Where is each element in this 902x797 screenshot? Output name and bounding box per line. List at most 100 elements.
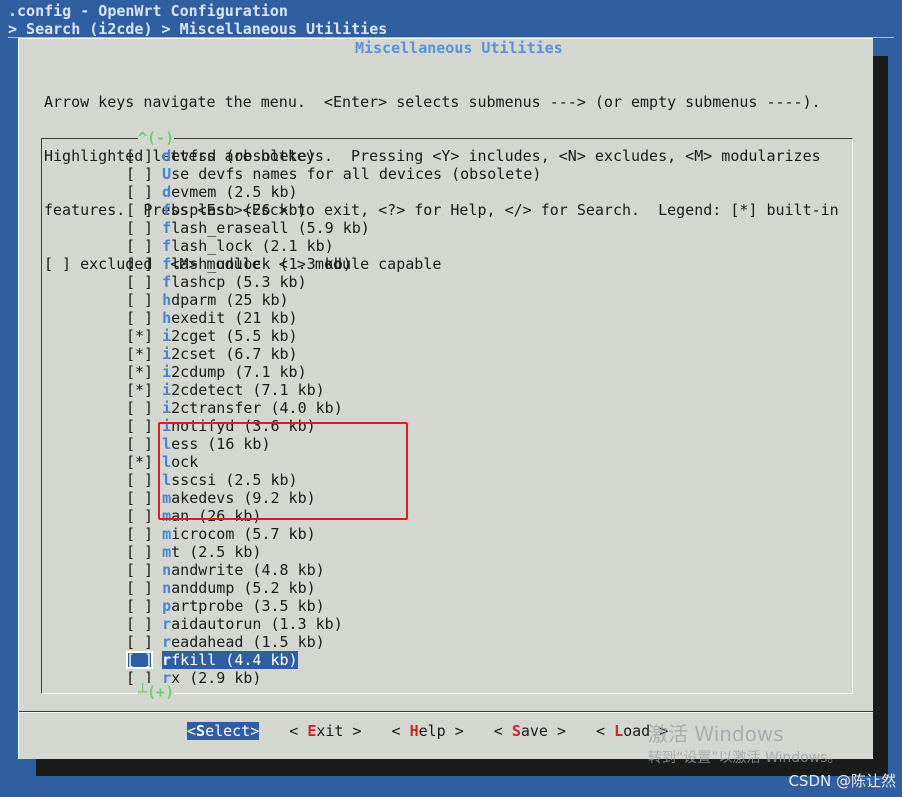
checkbox[interactable]: [ ] bbox=[126, 525, 153, 543]
menu-item-text: ock bbox=[171, 453, 199, 471]
help-line: Arrow keys navigate the menu. <Enter> se… bbox=[44, 93, 821, 111]
hotkey-letter: f bbox=[162, 273, 172, 291]
menu-dialog: Miscellaneous Utilities Arrow keys navig… bbox=[18, 38, 873, 759]
menu-item[interactable]: [ ] Use devfs names for all devices (obs… bbox=[126, 165, 541, 183]
menu-item[interactable]: [ ] readahead (1.5 kb) bbox=[126, 633, 541, 651]
menu-item[interactable]: [ ] less (16 kb) bbox=[126, 435, 541, 453]
menu-item[interactable]: [ ] lsscsi (2.5 kb) bbox=[126, 471, 541, 489]
button-bar: <Select> < Exit > < Help > < Save > < Load > bbox=[187, 722, 698, 740]
menu-item[interactable]: [ ] mt (2.5 kb) bbox=[126, 543, 541, 561]
menu-item-label: raidautorun (1.3 kb) bbox=[162, 615, 343, 633]
menu-item[interactable]: [ ] makedevs (9.2 kb) bbox=[126, 489, 541, 507]
menu-item[interactable]: [ ] man (26 kb) bbox=[126, 507, 541, 525]
menu-item[interactable]: [*] i2cdump (7.1 kb) bbox=[126, 363, 541, 381]
button-select[interactable]: <Select> bbox=[187, 722, 260, 740]
checkbox[interactable]: [*] bbox=[126, 453, 153, 471]
checkbox[interactable]: [ ] bbox=[126, 651, 154, 669]
checkbox[interactable]: [ ] bbox=[126, 471, 153, 489]
checkbox[interactable]: [ ] bbox=[126, 489, 153, 507]
menu-item-label: lock bbox=[162, 453, 198, 471]
menu-item[interactable]: [ ] raidautorun (1.3 kb) bbox=[126, 615, 541, 633]
menu-item[interactable]: [ ] devmem (2.5 kb) bbox=[126, 183, 541, 201]
checkbox[interactable]: [ ] bbox=[126, 417, 153, 435]
scroll-down-indicator[interactable]: ┴(+) bbox=[138, 683, 175, 701]
button-separator bbox=[19, 712, 873, 713]
menu-item[interactable]: [ ] flash_lock (2.1 kb) bbox=[126, 237, 541, 255]
checkbox[interactable]: [ ] bbox=[126, 237, 153, 255]
menu-item-label: i2ctransfer (4.0 kb) bbox=[162, 399, 343, 417]
menu-item[interactable]: [*] i2cdetect (7.1 kb) bbox=[126, 381, 541, 399]
button-save[interactable]: < Save > bbox=[494, 722, 566, 740]
menu-item[interactable]: [ ] i2ctransfer (4.0 kb) bbox=[126, 399, 541, 417]
menu-item-text: 2ctransfer (4.0 kb) bbox=[171, 399, 343, 417]
button-hotkey: E bbox=[307, 722, 317, 740]
checkbox[interactable]: [ ] bbox=[126, 543, 153, 561]
menu-item[interactable]: [*] i2cget (5.5 kb) bbox=[126, 327, 541, 345]
menu-item[interactable]: [ ] microcom (5.7 kb) bbox=[126, 525, 541, 543]
checkbox[interactable]: [ ] bbox=[126, 255, 153, 273]
menu-item-text: notifyd (3.6 kb) bbox=[171, 417, 316, 435]
menu-item[interactable]: [*] lock bbox=[126, 453, 541, 471]
hotkey-letter: i bbox=[162, 417, 172, 435]
checkbox[interactable]: [ ] bbox=[126, 507, 153, 525]
checkbox[interactable]: [*] bbox=[126, 345, 153, 363]
menu-item-label: flash_unlock (1.3 kb) bbox=[162, 255, 352, 273]
menu-item[interactable]: [ ] flashcp (5.3 kb) bbox=[126, 273, 541, 291]
menu-item-text: bsplash (26 kb) bbox=[171, 201, 307, 219]
checkbox[interactable]: [ ] bbox=[126, 309, 153, 327]
breadcrumb: > Search (i2cde) > Miscellaneous Utiliti… bbox=[8, 20, 388, 38]
menu-item[interactable]: [ ] devfsd (obsolete) bbox=[126, 147, 541, 165]
hotkey-letter: i bbox=[162, 327, 172, 345]
checkbox[interactable]: [ ] bbox=[126, 165, 153, 183]
menu-item-label: partprobe (3.5 kb) bbox=[162, 597, 325, 615]
hotkey-letter: d bbox=[162, 183, 172, 201]
hotkey-letter: r bbox=[162, 615, 172, 633]
checkbox[interactable]: [ ] bbox=[126, 147, 153, 165]
hotkey-letter: n bbox=[162, 561, 172, 579]
checkbox[interactable]: [ ] bbox=[126, 615, 153, 633]
menu-item-label: rx (2.9 kb) bbox=[162, 669, 261, 687]
checkbox[interactable]: [ ] bbox=[126, 399, 153, 417]
checkbox[interactable]: [*] bbox=[126, 363, 153, 381]
menu-item-label: less (16 kb) bbox=[162, 435, 270, 453]
checkbox[interactable]: [ ] bbox=[126, 273, 153, 291]
terminal-header: .config - OpenWrt Configuration > Search… bbox=[0, 0, 902, 40]
menu-item[interactable]: [ ] flash_eraseall (5.9 kb) bbox=[126, 219, 541, 237]
menu-item[interactable]: [ ] hdparm (25 kb) bbox=[126, 291, 541, 309]
menu-item-label: nanddump (5.2 kb) bbox=[162, 579, 316, 597]
button-hotkey: H bbox=[409, 722, 419, 740]
menu-item[interactable]: [ ] flash_unlock (1.3 kb) bbox=[126, 255, 541, 273]
menu-item-text: icrocom (5.7 kb) bbox=[171, 525, 316, 543]
hotkey-letter: m bbox=[162, 489, 172, 507]
menu-item[interactable]: [ ] nanddump (5.2 kb) bbox=[126, 579, 541, 597]
menu-item-selected[interactable]: [ ] rfkill (4.4 kb) bbox=[126, 651, 541, 669]
button-exit[interactable]: < Exit > bbox=[289, 722, 361, 740]
menu-item-text: dparm (25 kb) bbox=[171, 291, 289, 309]
checkbox[interactable]: [*] bbox=[126, 381, 153, 399]
checkbox[interactable]: [ ] bbox=[126, 561, 153, 579]
menu-item[interactable]: [ ] nandwrite (4.8 kb) bbox=[126, 561, 541, 579]
checkbox[interactable]: [ ] bbox=[126, 219, 153, 237]
checkbox[interactable]: [ ] bbox=[126, 633, 153, 651]
checkbox[interactable]: [ ] bbox=[126, 201, 153, 219]
button-help[interactable]: < Help > bbox=[392, 722, 464, 740]
menu-item[interactable]: [*] i2cset (6.7 kb) bbox=[126, 345, 541, 363]
menu-item[interactable]: [ ] rx (2.9 kb) bbox=[126, 669, 541, 687]
checkbox[interactable]: [ ] bbox=[126, 291, 153, 309]
checkbox[interactable]: [*] bbox=[126, 327, 153, 345]
menu-item-text: sscsi (2.5 kb) bbox=[171, 471, 298, 489]
menu-item[interactable]: [ ] partprobe (3.5 kb) bbox=[126, 597, 541, 615]
checkbox[interactable]: [ ] bbox=[126, 579, 153, 597]
checkbox[interactable]: [ ] bbox=[126, 183, 153, 201]
menu-list[interactable]: ^(-) [ ] devfsd (obsolete)[ ] Use devfs … bbox=[41, 129, 853, 701]
menu-item-label: readahead (1.5 kb) bbox=[162, 633, 325, 651]
checkbox[interactable]: [ ] bbox=[126, 435, 153, 453]
menu-item-text: 2cset (6.7 kb) bbox=[171, 345, 298, 363]
scroll-up-indicator[interactable]: ^(-) bbox=[138, 129, 175, 147]
menu-item-label: devfsd (obsolete) bbox=[162, 147, 316, 165]
menu-item[interactable]: [ ] inotifyd (3.6 kb) bbox=[126, 417, 541, 435]
button-hotkey: S bbox=[511, 722, 521, 740]
menu-item[interactable]: [ ] fbsplash (26 kb) bbox=[126, 201, 541, 219]
menu-item[interactable]: [ ] hexedit (21 kb) bbox=[126, 309, 541, 327]
checkbox[interactable]: [ ] bbox=[126, 597, 153, 615]
